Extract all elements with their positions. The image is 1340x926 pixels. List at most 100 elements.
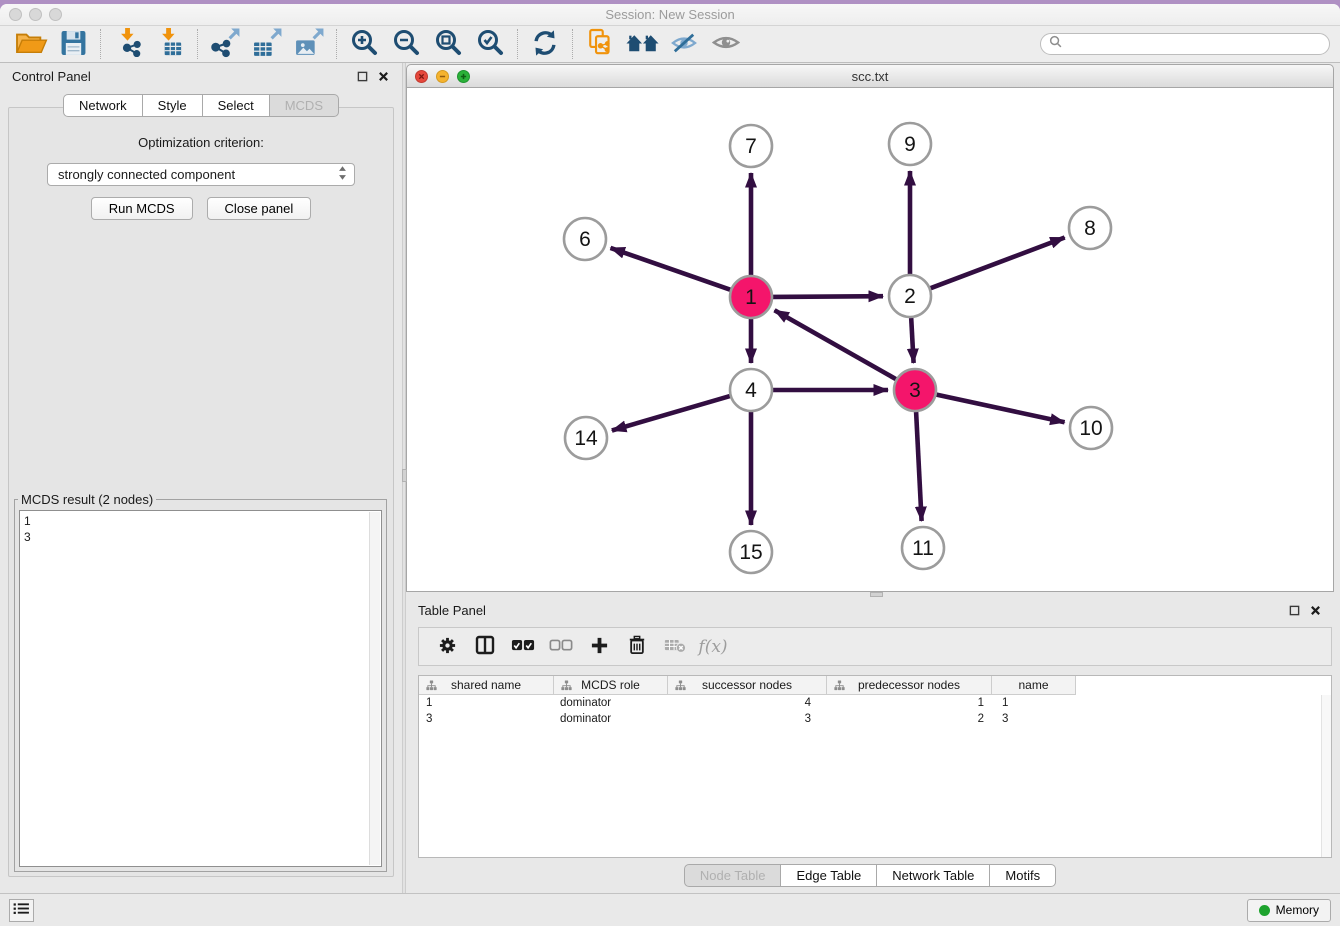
cell-name[interactable]: 3 [992,713,1076,725]
graph-edge-1-6[interactable] [611,248,731,290]
network-graph[interactable]: 7 9 6 8 1 2 4 3 14 10 15 11 [407,88,1333,591]
graph-node-9[interactable]: 9 [889,123,931,165]
graph-node-1[interactable]: 1 [730,276,772,318]
mcds-result-text[interactable]: 1 3 [19,510,382,867]
columns-button[interactable] [466,631,504,663]
graph-node-2[interactable]: 2 [889,275,931,317]
result-scrollbar[interactable] [369,512,380,865]
graph-node-7[interactable]: 7 [730,125,772,167]
cell-name[interactable]: 1 [992,697,1076,709]
save-session-button[interactable] [52,27,94,61]
cell-predecessor-nodes[interactable]: 2 [827,713,992,725]
maximize-button[interactable] [49,8,62,21]
close-panel-icon[interactable] [377,70,390,83]
gear-button[interactable] [428,631,466,663]
tab-style[interactable]: Style [143,94,203,117]
export-table-button[interactable] [246,27,288,61]
table-tab-motifs[interactable]: Motifs [990,864,1056,887]
zoom-in-button[interactable] [343,27,385,61]
close-panel-icon[interactable] [1309,604,1322,617]
float-panel-icon[interactable] [356,70,369,83]
zoom-fit-button[interactable] [427,27,469,61]
select-all-button[interactable] [504,631,542,663]
tab-network[interactable]: Network [63,94,143,117]
optimization-dropdown[interactable]: strongly connected component [47,163,355,186]
graph-node-11[interactable]: 11 [902,527,944,569]
graph-node-3[interactable]: 3 [894,369,936,411]
graph-node-15[interactable]: 15 [730,531,772,573]
graph-edge-3-11[interactable] [916,412,922,521]
table-tab-edge-table[interactable]: Edge Table [781,864,877,887]
home-button[interactable] [621,27,663,61]
add-row-button[interactable] [580,631,618,663]
cell-shared-name[interactable]: 1 [419,697,554,709]
task-history-button[interactable] [9,899,34,922]
column-header-mcds-role[interactable]: MCDS role [554,676,668,695]
network-canvas[interactable]: 7 9 6 8 1 2 4 3 14 10 15 11 [406,88,1334,592]
network-minimize-button[interactable] [436,70,449,83]
zoom-selected-button[interactable] [469,27,511,61]
search-input[interactable] [1062,37,1329,52]
cell-predecessor-nodes[interactable]: 1 [827,697,992,709]
graph-node-6[interactable]: 6 [564,218,606,260]
export-image-button[interactable] [288,27,330,61]
table-row[interactable]: 3dominator323 [419,711,1331,727]
table-tab-network-table[interactable]: Network Table [877,864,990,887]
graph-node-10[interactable]: 10 [1070,407,1112,449]
graph-node-14[interactable]: 14 [565,417,607,459]
network-window-titlebar[interactable]: scc.txt [406,64,1334,88]
svg-text:1: 1 [745,286,757,309]
tab-select[interactable]: Select [203,94,270,117]
table-scrollbar[interactable] [1321,695,1331,857]
layout-refresh-button[interactable] [524,27,566,61]
open-session-button[interactable] [10,27,52,61]
import-table-button[interactable] [149,27,191,61]
cell-successor-nodes[interactable]: 4 [668,697,827,709]
graph-node-8[interactable]: 8 [1069,207,1111,249]
splitter-grip[interactable] [402,469,407,482]
tab-mcds[interactable]: MCDS [270,94,339,117]
network-maximize-button[interactable] [457,70,470,83]
graph-edge-1-2[interactable] [773,296,883,297]
deselect-all-button[interactable] [542,631,580,663]
close-button[interactable] [9,8,22,21]
delete-row-button[interactable] [618,631,656,663]
graph-edge-3-10[interactable] [937,395,1065,423]
float-panel-icon[interactable] [1288,604,1301,617]
column-header-name[interactable]: name [992,676,1076,695]
memory-button[interactable]: Memory [1247,899,1331,922]
cell-mcds-role[interactable]: dominator [554,713,668,725]
show-style-button[interactable] [705,27,747,61]
cell-successor-nodes[interactable]: 3 [668,713,827,725]
cell-mcds-role[interactable]: dominator [554,697,668,709]
svg-text:8: 8 [1084,217,1096,240]
export-network-button[interactable] [204,27,246,61]
cell-shared-name[interactable]: 3 [419,713,554,725]
column-header-successor-nodes[interactable]: successor nodes [668,676,827,695]
run-mcds-button[interactable]: Run MCDS [91,197,193,220]
table-row[interactable]: 1dominator411 [419,695,1331,711]
delete-table-button[interactable] [656,631,694,663]
graph-node-4[interactable]: 4 [730,369,772,411]
search-box[interactable] [1040,33,1330,55]
network-close-button[interactable] [415,70,428,83]
close-panel-button[interactable]: Close panel [207,197,312,220]
deselect-all-icon [549,639,573,655]
graph-edge-3-1[interactable] [775,310,896,379]
graph-edge-2-3[interactable] [911,318,913,363]
column-header-predecessor-nodes[interactable]: predecessor nodes [827,676,992,695]
import-network-button[interactable] [107,27,149,61]
graph-edge-4-14[interactable] [612,396,730,430]
copy-network-icon [588,28,613,60]
minimize-button[interactable] [29,8,42,21]
column-header-shared-name[interactable]: shared name [419,676,554,695]
table-header-row: shared nameMCDS rolesuccessor nodesprede… [419,676,1331,695]
hide-style-button[interactable] [663,27,705,61]
export-table-icon [252,27,283,61]
zoom-out-button[interactable] [385,27,427,61]
graph-edge-2-8[interactable] [931,238,1065,289]
apply-function-button[interactable]: f(x) [694,631,732,663]
copy-network-button[interactable] [579,27,621,61]
columns-icon [475,635,495,658]
table-tab-node-table[interactable]: Node Table [684,864,782,887]
